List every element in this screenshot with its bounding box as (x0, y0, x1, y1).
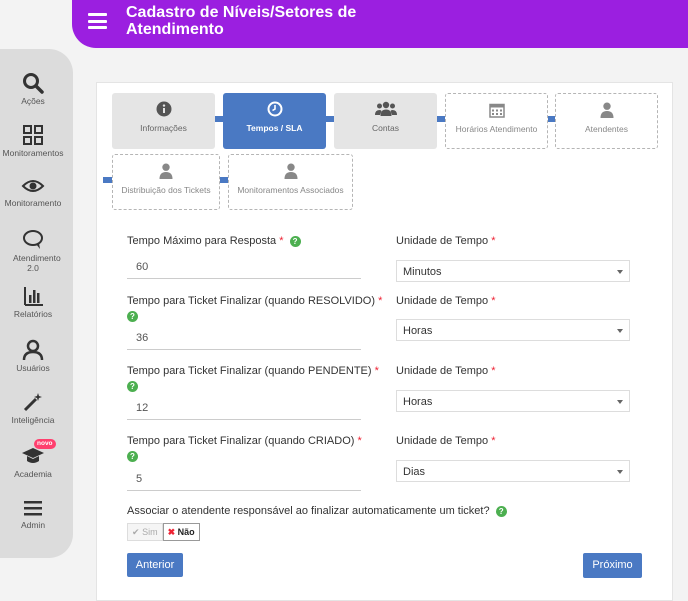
field-label-criado: Tempo para Ticket Finalizar (quando CRIA… (127, 435, 362, 463)
help-icon[interactable]: ? (289, 235, 301, 247)
previous-button[interactable]: Anterior (127, 553, 183, 577)
eye-icon (21, 180, 45, 192)
bar-chart-icon (24, 287, 43, 306)
page-title: Cadastro de Níveis/Setores de Atendiment… (126, 4, 357, 38)
unit-select-pendente[interactable]: Horas (396, 390, 630, 412)
unit-label: Unidade de Tempo * (396, 365, 496, 377)
sidebar-item-acoes[interactable]: Ações (0, 72, 66, 106)
unit-select-resposta[interactable]: Minutos (396, 260, 630, 282)
next-button[interactable]: Próximo (583, 553, 642, 578)
top-bar: Cadastro de Níveis/Setores de Atendiment… (72, 0, 688, 48)
unit-select-criado[interactable]: Dias (396, 460, 630, 482)
sidebar-item-admin[interactable]: Admin (0, 498, 66, 530)
sidebar-item-academia[interactable]: novo Academia (0, 439, 66, 479)
search-icon (23, 73, 44, 94)
step-connector (436, 116, 445, 122)
field-label-tempo-resposta: Tempo Máximo para Resposta * ? (127, 234, 301, 248)
associate-toggle: ✔ Sim ✖ Não (127, 523, 200, 541)
sidebar-item-label: Monitoramentos (2, 148, 64, 158)
sidebar-item-label: Academia (14, 469, 52, 479)
criado-input[interactable]: 5 (127, 467, 361, 491)
sidebar-item-label: Inteligência (11, 415, 55, 425)
grid-icon (23, 125, 43, 145)
step-connector (103, 177, 112, 183)
sidebar-item-monitoramentos[interactable]: Monitoramentos (0, 124, 66, 158)
toggle-no[interactable]: ✖ Não (162, 523, 200, 541)
menu-lines-icon (24, 501, 42, 516)
chevron-down-icon (617, 270, 623, 274)
sidebar-item-monitoramento[interactable]: Monitoramento (0, 176, 66, 208)
sidebar-item-label: Ações (21, 96, 45, 106)
calendar-icon (488, 103, 505, 118)
help-icon[interactable]: ? (127, 381, 138, 393)
sidebar-item-label: Relatórios (13, 309, 53, 319)
info-icon (156, 101, 171, 117)
help-icon[interactable]: ? (495, 505, 507, 517)
users-icon (374, 101, 397, 116)
step-label: Tempos / SLA (246, 123, 303, 133)
chevron-down-icon (617, 470, 623, 474)
unit-label: Unidade de Tempo * (396, 435, 496, 447)
step-label: Atendentes (584, 124, 628, 134)
tempo-resposta-input[interactable]: 60 (127, 255, 361, 279)
pendente-input[interactable]: 12 (127, 396, 361, 420)
chevron-down-icon (617, 400, 623, 404)
step-tempos-sla[interactable]: Tempos / SLA (223, 93, 326, 149)
chat-bubble-icon (23, 230, 43, 249)
user-icon (284, 163, 297, 179)
toggle-yes[interactable]: ✔ Sim (127, 523, 163, 541)
field-label-pendente: Tempo para Ticket Finalizar (quando PEND… (127, 365, 379, 393)
step-label: Monitoramentos Associados (237, 185, 344, 195)
clock-icon (267, 101, 282, 117)
sidebar-item-label: Monitoramento (4, 198, 62, 208)
sidebar-item-inteligencia[interactable]: Inteligência (0, 391, 66, 425)
x-icon: ✖ (167, 527, 176, 537)
sidebar-item-relatorios[interactable]: Relatórios (0, 285, 66, 319)
new-badge: novo (34, 439, 56, 449)
step-monitoramentos-associados[interactable]: Monitoramentos Associados (228, 154, 353, 210)
menu-icon[interactable] (88, 13, 107, 29)
step-contas[interactable]: Contas (334, 93, 437, 149)
unit-label: Unidade de Tempo * (396, 295, 496, 307)
unit-label: Unidade de Tempo * (396, 235, 496, 247)
sidebar-item-label: Usuários (16, 363, 50, 373)
step-connector (220, 177, 228, 183)
associate-question: Associar o atendente responsável ao fina… (127, 504, 507, 518)
user-icon (159, 163, 173, 179)
user-icon (600, 102, 613, 118)
step-connector (325, 116, 334, 122)
sidebar-item-usuarios[interactable]: Usuários (0, 339, 66, 373)
step-informacoes[interactable]: Informações (112, 93, 215, 149)
resolvido-input[interactable]: 36 (127, 326, 361, 350)
step-label: Distribuição dos Tickets (121, 185, 211, 195)
unit-select-resolvido[interactable]: Horas (396, 319, 630, 341)
sidebar: Ações Monitoramentos Monitoramento Atend… (0, 49, 73, 558)
check-icon: ✔ (132, 527, 140, 537)
field-label-resolvido: Tempo para Ticket Finalizar (quando RESO… (127, 295, 383, 323)
magic-wand-icon (23, 393, 42, 412)
sidebar-item-label: Admin (20, 520, 46, 530)
help-icon[interactable]: ? (127, 451, 138, 463)
chevron-down-icon (617, 329, 623, 333)
sidebar-item-atendimento[interactable]: Atendimento 2.0 (0, 229, 66, 273)
sidebar-item-label: Atendimento 2.0 (13, 253, 61, 273)
user-icon (22, 339, 44, 361)
step-label: Horários Atendimento (455, 124, 538, 134)
step-horarios[interactable]: Horários Atendimento (445, 93, 548, 149)
step-distribuicao[interactable]: Distribuição dos Tickets (112, 154, 220, 210)
step-atendentes[interactable]: Atendentes (555, 93, 658, 149)
step-label: Informações (140, 123, 187, 133)
help-icon[interactable]: ? (127, 311, 138, 323)
step-label: Contas (372, 123, 399, 133)
